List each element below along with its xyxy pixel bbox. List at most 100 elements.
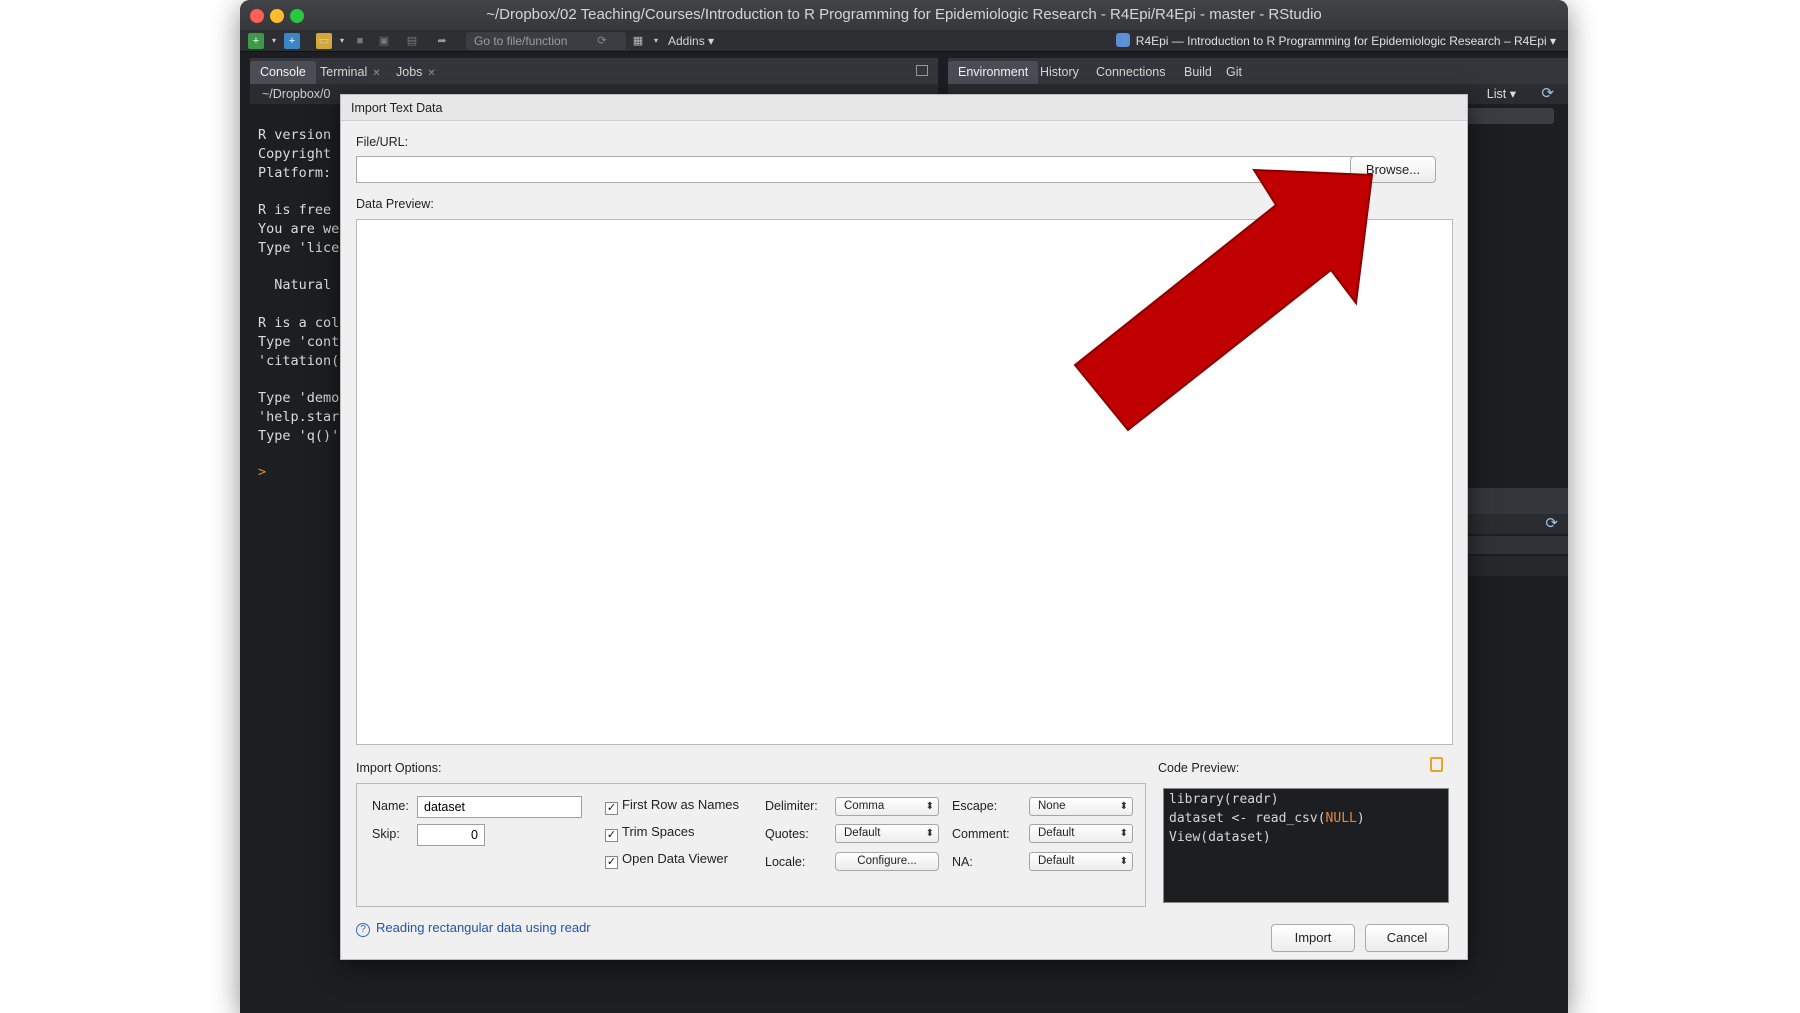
open-data-viewer-label: Open Data Viewer	[622, 851, 728, 866]
na-select[interactable]: Default ⬍	[1029, 852, 1133, 871]
code-line-2-null: NULL	[1325, 811, 1357, 826]
refresh-icon[interactable]: ⟳	[1541, 84, 1554, 104]
quotes-select[interactable]: Default ⬍	[835, 824, 939, 843]
data-preview-area[interactable]	[356, 219, 1453, 745]
quotes-value: Default	[844, 827, 881, 839]
checkbox-checked-icon: ✓	[605, 856, 618, 869]
save-all-icon[interactable]: ▣	[376, 33, 392, 49]
goto-arrow-icon: ➦	[437, 35, 447, 47]
close-icon[interactable]: ✕	[372, 68, 380, 79]
close-icon[interactable]: ✕	[427, 68, 435, 79]
workspace-panes-icon[interactable]: ▦	[630, 33, 646, 49]
name-label: Name:	[372, 799, 409, 813]
window-titlebar: ~/Dropbox/02 Teaching/Courses/Introducti…	[240, 0, 1568, 30]
select-arrows-icon: ⬍	[1119, 856, 1128, 867]
code-preview-box: library(readr) dataset <- read_csv(NULL)…	[1163, 788, 1449, 903]
readr-help-link-text: Reading rectangular data using readr	[376, 920, 591, 935]
tab-git[interactable]: Git	[1216, 61, 1252, 84]
code-preview-label: Code Preview:	[1158, 761, 1240, 775]
tab-build[interactable]: Build	[1174, 61, 1222, 84]
comment-value: Default	[1038, 827, 1075, 839]
code-line-2-start: dataset <- read_csv(	[1169, 811, 1326, 826]
project-icon	[1115, 33, 1130, 47]
data-preview-label: Data Preview:	[356, 197, 434, 211]
panes-dropdown-icon[interactable]: ▾	[648, 33, 664, 49]
na-value: Default	[1038, 855, 1075, 867]
select-arrows-icon: ⬍	[925, 828, 934, 839]
minimize-window-button[interactable]	[270, 9, 284, 23]
addins-menu[interactable]: Addins ▾	[668, 30, 714, 52]
trim-spaces-checkbox[interactable]: ✓ Trim Spaces	[605, 824, 694, 842]
import-button[interactable]: Import	[1271, 924, 1355, 952]
checkbox-checked-icon: ✓	[605, 802, 618, 815]
clipboard-icon[interactable]	[1430, 757, 1443, 772]
skip-input[interactable]	[417, 824, 485, 846]
console-line: Type 'demo	[258, 390, 340, 407]
delimiter-label: Delimiter:	[765, 799, 818, 813]
checkbox-checked-icon: ✓	[605, 829, 618, 842]
open-data-viewer-checkbox[interactable]: ✓ Open Data Viewer	[605, 851, 728, 869]
tab-environment[interactable]: Environment	[948, 61, 1039, 84]
new-file-dropdown-icon[interactable]: ▾	[266, 33, 282, 49]
tab-console[interactable]: Console	[250, 61, 316, 84]
console-line: 'citation(	[258, 352, 340, 369]
refresh-icon[interactable]: ⟳	[1545, 514, 1558, 534]
cancel-button[interactable]: Cancel	[1365, 924, 1449, 952]
file-url-label: File/URL:	[356, 135, 409, 149]
console-pane-tabs: Console Terminal ✕ Jobs ✕	[250, 58, 938, 84]
first-row-as-names-label: First Row as Names	[622, 797, 740, 812]
console-line: Natural	[258, 277, 332, 294]
tab-jobs-label: Jobs	[396, 65, 423, 79]
import-options-label: Import Options:	[356, 761, 442, 775]
readr-help-link[interactable]: ? Reading rectangular data using readr	[356, 920, 591, 937]
skip-label: Skip:	[372, 827, 400, 841]
project-menu[interactable]: R4Epi — Introduction to R Programming fo…	[1115, 30, 1556, 52]
zoom-window-button[interactable]	[290, 9, 304, 23]
browse-button[interactable]: Browse...	[1350, 156, 1436, 183]
print-icon[interactable]: ▤	[404, 33, 420, 49]
configure-locale-button[interactable]: Configure...	[835, 852, 939, 871]
na-label: NA:	[952, 855, 973, 869]
delimiter-value: Comma	[844, 800, 885, 812]
comment-label: Comment:	[952, 827, 1010, 841]
maximize-pane-icon[interactable]	[916, 65, 928, 76]
addins-label: Addins	[668, 34, 705, 48]
file-url-input[interactable]	[356, 156, 1356, 183]
close-window-button[interactable]	[250, 9, 264, 23]
help-icon: ?	[356, 923, 370, 937]
console-line: Type 'lice	[258, 239, 340, 256]
name-input[interactable]	[417, 796, 582, 818]
tab-terminal-label: Terminal	[320, 65, 368, 79]
delimiter-select[interactable]: Comma ⬍	[835, 797, 939, 816]
console-line: R version	[258, 127, 332, 143]
escape-label: Escape:	[952, 799, 998, 813]
tab-jobs[interactable]: Jobs ✕	[386, 61, 446, 84]
escape-select[interactable]: None ⬍	[1029, 797, 1133, 816]
console-output: R version Copyright Platform: R is free You…	[258, 126, 339, 446]
console-line: Copyright	[258, 145, 332, 162]
comment-select[interactable]: Default ⬍	[1029, 824, 1133, 843]
list-view-menu[interactable]: List ▾	[1487, 84, 1516, 104]
new-file-icon[interactable]: +	[248, 33, 264, 49]
save-icon[interactable]: ■	[352, 33, 368, 49]
console-input[interactable]: >	[258, 464, 266, 480]
select-arrows-icon: ⬍	[1119, 801, 1128, 812]
tab-connections[interactable]: Connections	[1086, 61, 1176, 84]
tab-terminal[interactable]: Terminal ✕	[310, 61, 391, 84]
vcs-icon[interactable]: ⟳	[594, 33, 610, 49]
open-file-icon[interactable]: ▭	[316, 33, 332, 49]
escape-value: None	[1038, 800, 1066, 812]
new-project-icon[interactable]: +	[284, 33, 300, 49]
console-prompt: >	[258, 464, 267, 480]
code-line-2-end: )	[1356, 811, 1365, 826]
import-text-data-dialog: Import Text Data File/URL: Browse... Dat…	[340, 94, 1468, 960]
open-recent-dropdown-icon[interactable]: ▾	[334, 33, 350, 49]
first-row-as-names-checkbox[interactable]: ✓ First Row as Names	[605, 797, 739, 815]
tab-history[interactable]: History	[1030, 61, 1089, 84]
code-line-3: View(dataset)	[1169, 830, 1271, 845]
select-arrows-icon: ⬍	[925, 801, 934, 812]
